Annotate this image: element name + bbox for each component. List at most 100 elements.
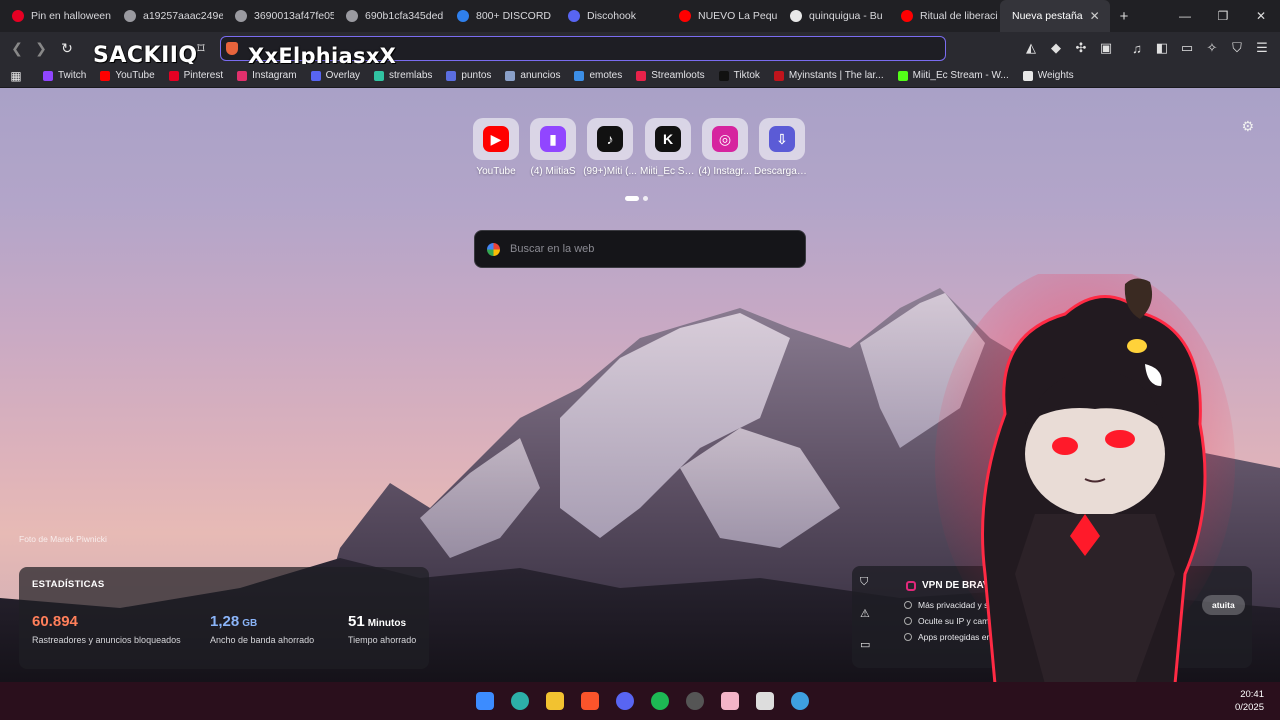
bookmark-item[interactable]: Tiktok [712,70,767,81]
tab-favicon-icon [346,10,358,22]
shield-widget-icon[interactable]: ⛉ [860,576,870,589]
top-site-tile-bg: ♪ [587,118,633,160]
forward-icon[interactable]: ❯ [29,36,53,60]
top-site-tile-bg: ⇩ [759,118,805,160]
bookmark-favicon-icon [718,70,729,81]
top-site-label: (99+)Miti (... [583,166,637,177]
bandwidth-value: 1,28 [210,613,240,630]
top-site-tile[interactable]: ⇩ Descargar ... [754,118,810,177]
top-site-tile[interactable]: ♪ (99+)Miti (... [582,118,638,177]
top-site-tile[interactable]: ▶ YouTube [468,118,524,177]
brave-shield-icon[interactable] [226,42,238,55]
check-icon [904,601,912,609]
vpn-app-icon[interactable] [755,692,774,710]
tab[interactable]: quinquigua - Bu [778,0,889,32]
tab[interactable]: NUEVO La Pequ [667,0,778,32]
search-input[interactable] [510,243,790,255]
bookmark-label: anuncios [520,70,561,81]
tab[interactable]: Discohook [556,0,667,32]
bookmark-item[interactable]: Streamloots [629,70,711,81]
bookmark-item[interactable]: stremlabs [367,70,439,81]
card-widget-icon[interactable]: ▭ [860,638,870,651]
bookmark-favicon-icon [1022,70,1033,81]
media-icon[interactable]: ♫ [1127,36,1147,60]
discord-icon[interactable] [615,692,634,710]
bookmark-label: Weights [1037,70,1074,81]
bookmark-favicon-icon [310,70,321,81]
warning-widget-icon[interactable]: ⚠ [860,607,870,620]
top-site-tile-bg: ▮ [530,118,576,160]
tab-favicon-icon [901,10,913,22]
app-icon[interactable] [720,692,739,710]
bookmark-label: Twitch [58,70,87,81]
browser-icon[interactable] [790,692,809,710]
vpn-icon[interactable]: ⛉ [1227,36,1247,60]
reload-icon[interactable]: ↻ [55,36,79,60]
vpn-feature: Más privacidad y segu [904,600,1003,610]
spotify-icon[interactable] [650,692,669,710]
bookmark-item[interactable]: emotes [567,70,629,81]
top-site-label: YouTube [476,166,516,177]
bookmark-item[interactable]: Miiti_Ec Stream - W... [891,70,1016,81]
bookmark-favicon-icon [43,70,53,81]
back-icon[interactable]: ❮ [5,36,29,60]
bookmark-item[interactable]: puntos [439,70,498,81]
tab[interactable]: 800+ DISCORD [445,0,556,32]
tab-label: Discohook [587,10,637,22]
tab[interactable]: Nueva pestaña ✕ [1000,0,1110,32]
start-icon[interactable] [475,692,494,710]
vpn-cta-button[interactable]: atuita [1202,595,1245,615]
wallet-icon[interactable]: ◆ [1046,36,1066,60]
bookmark-item[interactable]: Myinstants | The lar... [767,70,891,81]
bookmark-item[interactable]: Overlay [304,70,367,81]
top-site-tile-bg: ◎ [702,118,748,160]
leo-icon[interactable]: ✧ [1202,36,1222,60]
brave-icon[interactable] [580,692,599,710]
maximize-icon[interactable]: ❐ [1204,0,1242,32]
bookmark-favicon-icon [574,70,585,81]
minimize-icon[interactable]: — [1166,0,1204,32]
top-site-tile[interactable]: ▮ (4) MiitiaS [525,118,581,177]
toolbar-actions: ◭ ◆ ✣ ▣ ♫ ◧ ▭ ✧ ⛉ ☰ [1021,36,1272,60]
extensions-icon[interactable]: ✣ [1071,36,1091,60]
bookmark-label: Streamloots [651,70,705,81]
bookmark-item[interactable]: Instagram [230,70,303,81]
search-box[interactable] [474,230,806,268]
brave-rewards-icon[interactable]: ◭ [1021,36,1041,60]
top-sites-pager[interactable] [625,196,648,201]
top-site-tile[interactable]: ◎ (4) Instagr... [697,118,753,177]
vpn-feature: Apps protegidas en [904,632,1003,642]
obs-icon[interactable] [685,692,704,710]
bookmark-favicon-icon [897,70,908,81]
settings-gear-icon[interactable]: ⚙ [1241,118,1254,135]
edge-icon[interactable] [510,692,529,710]
bookmark-item[interactable]: YouTube [93,70,161,81]
bookmark-item[interactable]: anuncios [498,70,567,81]
sidebar-icon[interactable]: ◧ [1152,36,1172,60]
bookmark-label: Pinterest [183,70,224,81]
menu-icon[interactable]: ☰ [1252,36,1272,60]
screenshot-icon[interactable]: ▣ [1096,36,1116,60]
close-tab-icon[interactable]: ✕ [1090,9,1100,23]
bookmark-item[interactable]: Pinterest [162,70,230,81]
new-tab-icon[interactable]: + [1110,8,1138,25]
tab-label: 3690013af47fe05 [254,10,334,22]
tab-label: Pin en halloween [31,10,111,22]
bookmark-label: Overlay [325,70,361,81]
clock: 20:41 0/2025 [1235,688,1264,714]
tab[interactable]: 690b1cfa345ded [334,0,445,32]
tab[interactable]: 3690013af47fe05 [223,0,334,32]
bookmark-item[interactable]: Twitch [36,70,93,81]
close-window-icon[interactable]: ✕ [1242,0,1280,32]
apps-grid-icon[interactable]: ▦ [4,64,28,88]
file-explorer-icon[interactable] [545,692,564,710]
top-site-icon: ♪ [597,126,623,152]
bookmark-item[interactable]: Weights [1016,70,1081,81]
time-label: Tiempo ahorrado [348,635,417,645]
tab[interactable]: Pin en halloween [0,0,112,32]
tab-icon[interactable]: ▭ [1177,36,1197,60]
tab-label: NUEVO La Pequ [698,10,778,22]
tab[interactable]: a19257aaac249e [112,0,223,32]
top-site-tile[interactable]: K Miiti_Ec Str... [640,118,696,177]
tab[interactable]: Ritual de liberaci [889,0,1000,32]
